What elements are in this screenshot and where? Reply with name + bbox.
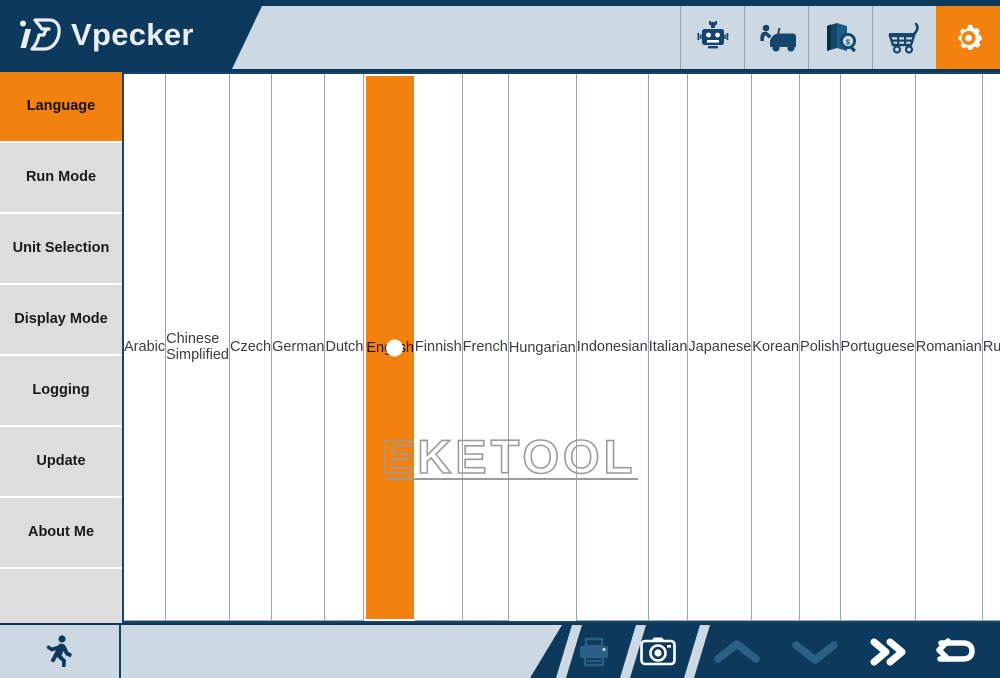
shopping-cart-icon xyxy=(887,22,919,54)
run-button[interactable] xyxy=(0,625,121,678)
language-label: Polish xyxy=(800,339,840,355)
app-header: Vpecker $ xyxy=(0,0,1000,72)
car-repair-button[interactable] xyxy=(744,6,808,69)
scroll-up-button[interactable] xyxy=(706,625,768,678)
screenshot-button[interactable] xyxy=(630,625,686,678)
language-cell[interactable]: Dutch xyxy=(325,74,365,621)
language-cell[interactable]: Japanese xyxy=(688,74,753,621)
language-label: German xyxy=(272,339,325,355)
sidebar-item-logging[interactable]: Logging xyxy=(0,356,122,427)
back-arrow-icon xyxy=(936,637,975,662)
double-chevron-right-icon xyxy=(870,638,906,665)
language-grid-inner: Arabic Chinese Simplified Czech German D… xyxy=(124,74,1000,621)
chevron-up-icon xyxy=(714,639,760,663)
diagnostic-robot-button[interactable] xyxy=(680,6,744,69)
chevron-down-icon xyxy=(792,640,838,664)
sidebar-item-about-me[interactable]: About Me xyxy=(0,498,122,569)
app-logo-text: Vpecker xyxy=(71,17,194,52)
language-cell[interactable]: Italian xyxy=(648,74,689,621)
back-button[interactable] xyxy=(926,625,986,678)
sidebar-item-unit-selection[interactable]: Unit Selection xyxy=(0,214,122,285)
camera-icon xyxy=(640,637,676,665)
settings-sidebar: Language Run Mode Unit Selection Display… xyxy=(0,72,122,640)
language-label: Finnish xyxy=(414,339,462,355)
sidebar-item-run-mode[interactable]: Run Mode xyxy=(0,143,122,214)
shopping-cart-button[interactable] xyxy=(872,6,936,69)
language-cell[interactable]: Polish xyxy=(800,74,841,621)
sidebar-item-update[interactable]: Update xyxy=(0,427,122,498)
language-label: Hungarian xyxy=(508,339,576,356)
running-man-icon xyxy=(46,634,72,667)
print-button[interactable] xyxy=(566,625,622,678)
language-cell-selected[interactable]: English xyxy=(366,76,414,619)
language-label: Russian xyxy=(982,339,1000,355)
language-label: Chinese Simplified xyxy=(166,331,229,363)
language-label: Indonesian xyxy=(576,339,648,355)
language-label: Japanese xyxy=(688,339,752,355)
language-cell[interactable]: German xyxy=(272,74,326,621)
next-button[interactable] xyxy=(860,625,920,678)
sidebar-item-label: Language xyxy=(26,98,96,115)
language-cell[interactable]: French xyxy=(462,74,509,621)
language-cell[interactable]: Czech xyxy=(229,74,273,621)
vpecker-settings-screen: Vpecker $ Language Run Mode Unit Selecti… xyxy=(0,0,1000,678)
language-cell[interactable]: Russian xyxy=(982,74,1000,621)
language-label: Arabic xyxy=(124,339,166,355)
settings-gear-button[interactable] xyxy=(936,6,1000,69)
language-cell[interactable]: Finnish xyxy=(414,74,463,621)
sidebar-item-label: About Me xyxy=(27,524,95,541)
settings-gear-icon xyxy=(958,24,983,50)
sidebar-item-language[interactable]: Language xyxy=(0,72,122,143)
sidebar-item-label: Update xyxy=(36,453,86,470)
sidebar-item-label: Logging xyxy=(32,382,90,399)
language-label: Dutch xyxy=(325,339,364,355)
language-cell[interactable]: Romanian xyxy=(915,74,983,621)
app-logo: Vpecker xyxy=(16,12,194,58)
id-monogram-logo-icon xyxy=(20,18,61,51)
book-lookup-icon: $ xyxy=(826,22,856,52)
printer-icon xyxy=(580,637,608,666)
language-label: Korean xyxy=(752,339,800,355)
language-cell[interactable]: Hungarian xyxy=(508,74,577,621)
language-label: Czech xyxy=(229,339,272,355)
scroll-down-button[interactable] xyxy=(784,625,846,678)
header-tab-shape xyxy=(232,6,682,69)
svg-text:$: $ xyxy=(846,39,850,46)
header-icon-bar: $ xyxy=(680,6,1000,69)
sidebar-item-label: Display Mode xyxy=(14,311,108,328)
language-cell[interactable]: Korean xyxy=(752,74,801,621)
language-cell[interactable]: Arabic xyxy=(124,74,167,621)
sidebar-item-label: Run Mode xyxy=(25,169,97,186)
book-lookup-button[interactable]: $ xyxy=(808,6,872,69)
language-cell[interactable]: Indonesian xyxy=(576,74,649,621)
language-cell[interactable]: Chinese Simplified xyxy=(166,74,230,621)
sidebar-item-label: Unit Selection xyxy=(12,240,110,257)
selected-radio-icon xyxy=(386,339,404,356)
language-label: Italian xyxy=(648,339,688,355)
language-grid: Arabic Chinese Simplified Czech German D… xyxy=(122,72,1000,623)
language-label: Portuguese xyxy=(840,339,915,355)
language-label: French xyxy=(462,339,508,355)
bottom-toolbar xyxy=(0,623,1000,678)
language-cell[interactable]: Portuguese xyxy=(840,74,916,621)
car-repair-icon xyxy=(759,24,796,52)
sidebar-item-display-mode[interactable]: Display Mode xyxy=(0,285,122,356)
diagnostic-robot-icon xyxy=(697,20,728,48)
language-label: Romanian xyxy=(915,339,982,355)
